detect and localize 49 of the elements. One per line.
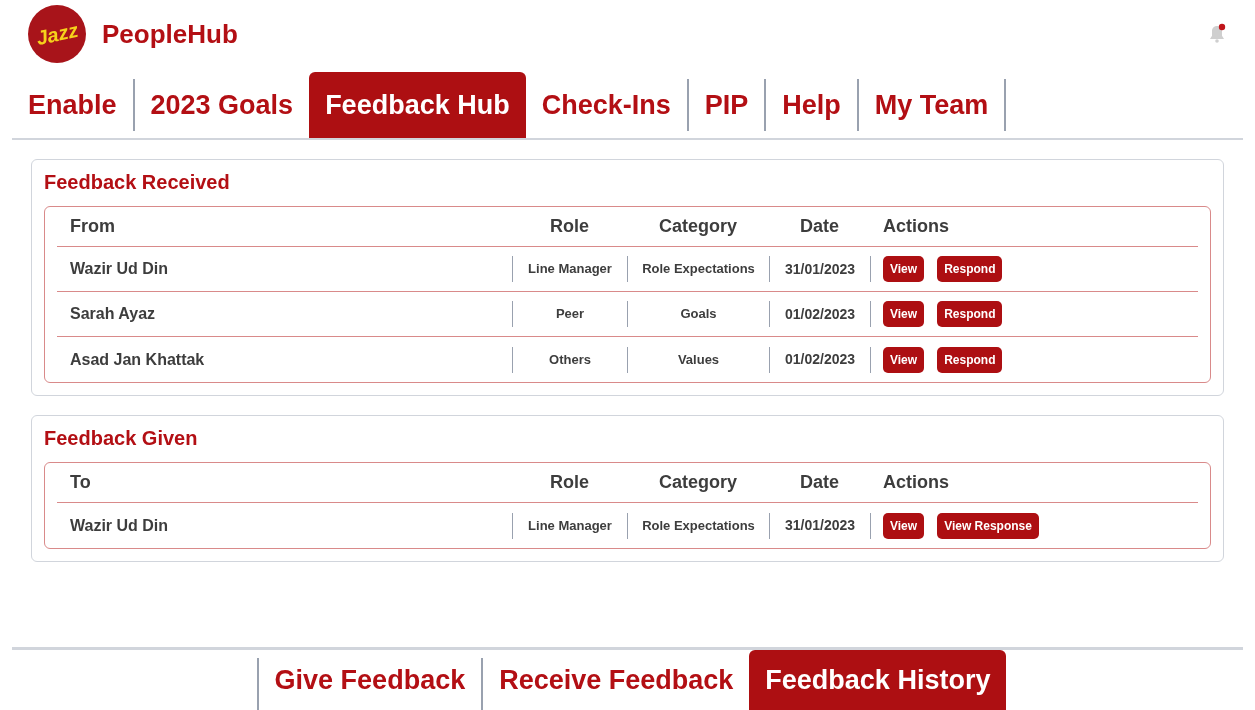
column-header: Date: [800, 472, 839, 492]
table-cell-text: 01/02/2023: [784, 304, 856, 324]
nav-tab[interactable]: Feedback Hub: [309, 72, 526, 138]
action-button[interactable]: View: [883, 512, 925, 539]
action-button[interactable]: Respond: [937, 256, 1003, 282]
nav-tab[interactable]: Check-Ins: [525, 72, 687, 138]
table-cell-text: Others: [549, 350, 591, 369]
column-header: Category: [659, 216, 737, 236]
column-header: Role: [550, 216, 589, 236]
column-header: To: [70, 472, 91, 492]
column-header: Actions: [883, 472, 949, 492]
column-header: Role: [550, 472, 589, 492]
table-cell-text: Role Expectations: [642, 516, 755, 535]
table-cell: Wazir Ud Din: [70, 260, 169, 277]
action-button[interactable]: View: [883, 301, 925, 327]
nav-tab[interactable]: Receive Feedback: [483, 650, 750, 710]
table-cell: Asad Jan Khattak: [70, 350, 205, 368]
column-header: Date: [800, 216, 839, 236]
nav-tab[interactable]: Help: [766, 72, 857, 138]
logo: Jazz: [28, 5, 86, 63]
column-header: From: [70, 216, 115, 236]
column-header: Category: [659, 472, 737, 492]
column-header: Actions: [883, 216, 949, 236]
nav-tab[interactable]: Enable: [12, 72, 133, 138]
table-cell-text: 31/01/2023: [784, 516, 856, 535]
table-cell-text: Values: [677, 350, 720, 369]
table-cell-text: 31/01/2023: [784, 259, 856, 279]
action-button[interactable]: Respond: [937, 346, 1003, 373]
nav-tab[interactable]: My Team: [858, 72, 1005, 138]
table-cell-text: 01/02/2023: [784, 350, 856, 369]
nav-tab[interactable]: Feedback History: [749, 650, 1007, 710]
section-title: Feedback Received: [44, 170, 231, 195]
nav-tab[interactable]: Give Feedback: [258, 650, 482, 710]
action-button[interactable]: Respond: [937, 301, 1003, 327]
table-cell-text: Line Manager: [528, 260, 612, 279]
nav-tab[interactable]: 2023 Goals: [134, 72, 310, 138]
nav-tab[interactable]: PIP: [688, 72, 765, 138]
section-title: Feedback Given: [44, 426, 199, 451]
table-cell-text: Line Manager: [528, 516, 612, 535]
table-cell-text: Role Expectations: [642, 260, 755, 279]
action-button[interactable]: View Response: [937, 512, 1039, 539]
table-cell: Wazir Ud Din: [70, 516, 169, 534]
table-cell-text: Goals: [680, 305, 717, 324]
notification-bell-icon[interactable]: [1207, 23, 1227, 45]
app-name: PeopleHub: [102, 17, 238, 51]
table-cell-text: Peer: [555, 305, 585, 324]
table-cell: Sarah Ayaz: [70, 305, 156, 322]
action-button[interactable]: View: [883, 256, 925, 282]
action-button[interactable]: View: [883, 346, 925, 373]
